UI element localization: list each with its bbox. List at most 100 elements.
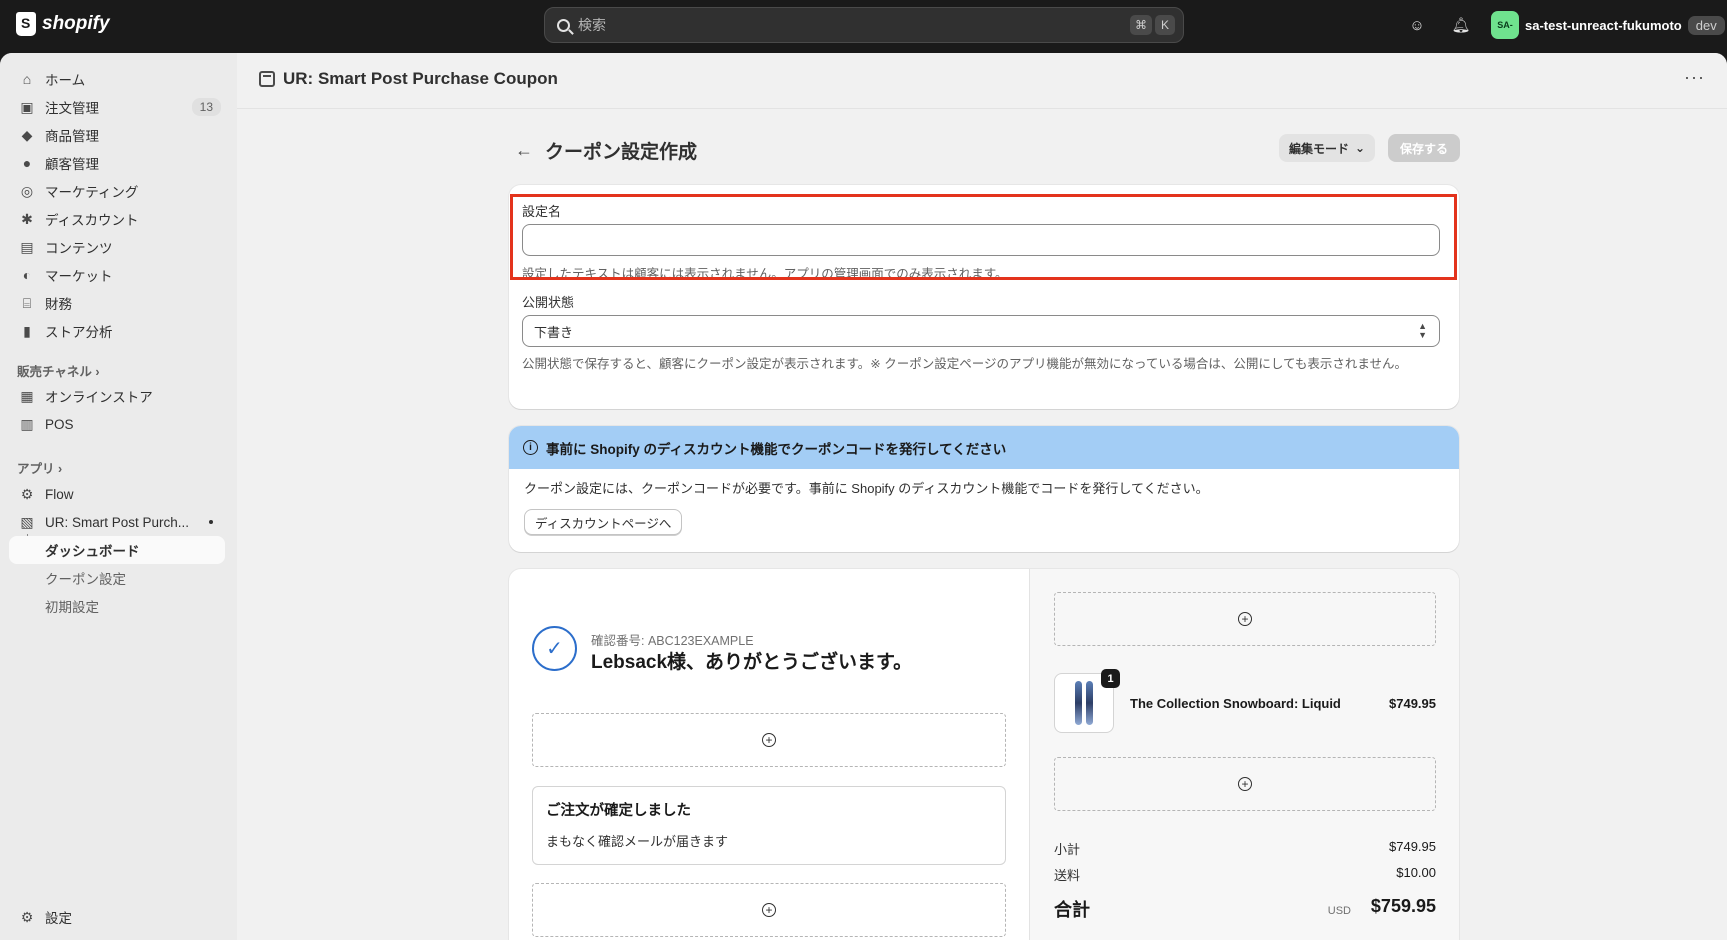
- banner-header: i 事前に Shopify のディスカウント機能でクーポンコードを発行してくださ…: [509, 426, 1459, 469]
- sidebar-item-finance[interactable]: ⌸ 財務: [9, 289, 225, 317]
- more-options-icon[interactable]: ···: [1684, 67, 1705, 88]
- content-icon: ▤: [20, 238, 34, 255]
- person-icon: ●: [22, 155, 32, 171]
- sidebar-item-label: 財務: [45, 297, 72, 312]
- product-name: The Collection Snowboard: Liquid: [1130, 696, 1341, 711]
- product-image: 1: [1054, 669, 1120, 733]
- sidebar-item-label: マーケット: [45, 269, 113, 284]
- sidebar-item-label: POS: [45, 416, 74, 432]
- search-input[interactable]: 検索 ⌘ K: [544, 7, 1184, 43]
- sidebar-item-online-store[interactable]: ▦ オンラインストア: [9, 382, 225, 410]
- preview-main-column: ✓ 確認番号: ABC123EXAMPLE Lebsack様、ありがとうございま…: [509, 569, 1029, 940]
- bank-icon: ⌸: [22, 294, 32, 311]
- total-value: $759.95: [1370, 896, 1436, 916]
- add-circle-icon: +: [762, 733, 776, 747]
- sidebar-item-analytics[interactable]: ▮ ストア分析: [9, 317, 225, 345]
- save-button[interactable]: 保存する: [1388, 134, 1461, 162]
- app-title: UR: Smart Post Purchase Coupon: [259, 69, 558, 89]
- sidekick-icon[interactable]: ☺: [1408, 16, 1426, 34]
- sidebar-item-products[interactable]: ◆ 商品管理: [9, 121, 225, 149]
- add-block-slot[interactable]: +: [532, 713, 1006, 767]
- shortcut-key-k: K: [1155, 15, 1175, 35]
- select-arrows-icon: ▲ ▼: [1418, 321, 1427, 340]
- add-block-slot[interactable]: +: [1054, 757, 1436, 811]
- sidebar-item-label: ストア分析: [45, 325, 113, 340]
- total-label: 合計: [1054, 900, 1090, 920]
- shopify-logo[interactable]: shopify: [16, 12, 110, 36]
- sidebar-item-label: マーケティング: [45, 185, 139, 200]
- store-avatar: SA-: [1491, 11, 1519, 39]
- bell-icon[interactable]: 🔔︎: [1451, 16, 1470, 34]
- sidebar-item-marketing[interactable]: ◎ マーケティング: [9, 177, 225, 205]
- pos-icon: ▥: [20, 415, 34, 432]
- apps-heading[interactable]: アプリ ›: [17, 458, 62, 477]
- sidebar-item-label: コンテンツ: [45, 241, 113, 256]
- inbox-icon: ▣: [20, 98, 34, 115]
- sidebar-item-flow[interactable]: ⚙ Flow: [9, 480, 225, 508]
- sidebar-item-label: 初期設定: [45, 600, 99, 615]
- subtotal-value: $749.95: [1389, 839, 1436, 854]
- store-name: sa-test-unreact-fukumoto: [1525, 17, 1682, 33]
- top-bar: shopify 検索 ⌘ K ☺ 🔔︎ SA- sa-test-unreact-…: [0, 0, 1727, 53]
- sidebar-item-coupon-settings[interactable]: クーポン設定: [9, 564, 225, 592]
- order-confirmed-title: ご注文が確定しました: [546, 803, 691, 819]
- discount-icon: ✱: [21, 210, 33, 227]
- discount-info-banner: i 事前に Shopify のディスカウント機能でクーポンコードを発行してくださ…: [509, 426, 1459, 552]
- status-label: 公開状態: [522, 295, 575, 310]
- sidebar-item-label: UR: Smart Post Purch...: [45, 514, 190, 530]
- brand-name: shopify: [42, 13, 110, 34]
- sidebar-item-initial-settings[interactable]: 初期設定: [9, 592, 225, 620]
- back-arrow-icon[interactable]: ←: [515, 140, 533, 161]
- sidebar-item-pos[interactable]: ▥ POS: [9, 410, 225, 438]
- banner-body: クーポン設定には、クーポンコードが必要です。事前に Shopify のディスカウ…: [524, 481, 1209, 496]
- add-block-slot[interactable]: +: [532, 883, 1006, 937]
- edit-mode-button[interactable]: 編集モード ⌄: [1279, 134, 1376, 162]
- store-icon: ▦: [20, 387, 34, 404]
- sidebar-item-markets[interactable]: ◐ マーケット: [9, 261, 225, 289]
- order-confirmed-box: ご注文が確定しました まもなく確認メールが届きます: [532, 786, 1006, 865]
- shortcut-key-cmd: ⌘: [1130, 15, 1152, 35]
- chart-icon: ▮: [23, 322, 31, 339]
- sidebar-item-home[interactable]: ⌂ ホーム: [9, 65, 225, 93]
- info-icon: i: [523, 440, 538, 455]
- search-placeholder: 検索: [578, 17, 606, 33]
- status-select[interactable]: 下書き ▲ ▼: [522, 315, 1440, 347]
- sidebar-item-customers[interactable]: ● 顧客管理: [9, 149, 225, 177]
- sidebar: ⌂ ホーム ▣ 注文管理 13 ◆ 商品管理 ● 顧客管理 ◎ マーケティング ✱ ディスカウ…: [0, 53, 237, 940]
- subtotal-label: 小計: [1054, 842, 1081, 857]
- snowboard-image: [1086, 681, 1093, 725]
- sidebar-item-label: クーポン設定: [45, 572, 126, 587]
- chevron-down-icon: ⌄: [1355, 141, 1366, 155]
- quantity-badge: 1: [1101, 669, 1120, 688]
- sidebar-item-label: ホーム: [45, 73, 86, 88]
- sidebar-item-content[interactable]: ▤ コンテンツ: [9, 233, 225, 261]
- orders-count-badge: 13: [191, 98, 221, 116]
- sidebar-item-dashboard[interactable]: ダッシュボード: [9, 536, 225, 564]
- add-circle-icon: +: [1238, 777, 1252, 791]
- tag-icon: ◆: [21, 126, 33, 143]
- sidebar-item-orders[interactable]: ▣ 注文管理 13: [9, 93, 225, 121]
- dev-badge: dev: [1687, 15, 1725, 35]
- shopping-bag-icon: [16, 12, 36, 36]
- discount-page-button[interactable]: ディスカウントページへ: [524, 509, 683, 535]
- sidebar-item-label: 設定: [45, 911, 72, 926]
- home-icon: ⌂: [22, 71, 32, 87]
- sales-channels-heading[interactable]: 販売チャネル ›: [17, 361, 100, 380]
- settings-form-card: 設定名 設定したテキストは顧客には表示されません。アプリの管理画面でのみ表示され…: [509, 185, 1459, 409]
- app-header: UR: Smart Post Purchase Coupon ···: [237, 53, 1727, 109]
- sidebar-item-discounts[interactable]: ✱ ディスカウント: [9, 205, 225, 233]
- globe-icon: ◐: [22, 267, 32, 283]
- sidebar-item-label: ダッシュボード: [45, 544, 140, 559]
- sidebar-item-label: ディスカウント: [45, 213, 139, 228]
- search-icon: [557, 18, 570, 32]
- banner-title: 事前に Shopify のディスカウント機能でクーポンコードを発行してください: [546, 441, 1007, 457]
- shipping-value: $10.00: [1396, 865, 1436, 880]
- product-price: $749.95: [1389, 696, 1436, 711]
- order-confirmed-subtitle: まもなく確認メールが届きます: [546, 834, 729, 849]
- shipping-label: 送料: [1054, 868, 1081, 883]
- store-menu[interactable]: SA- sa-test-unreact-fukumoto dev: [1491, 11, 1725, 39]
- check-icon: ✓: [532, 626, 577, 671]
- sidebar-item-app[interactable]: ▧ UR: Smart Post Purch...: [9, 508, 225, 536]
- sidebar-item-settings[interactable]: ⚙ 設定: [9, 903, 225, 931]
- add-block-slot[interactable]: +: [1054, 592, 1436, 646]
